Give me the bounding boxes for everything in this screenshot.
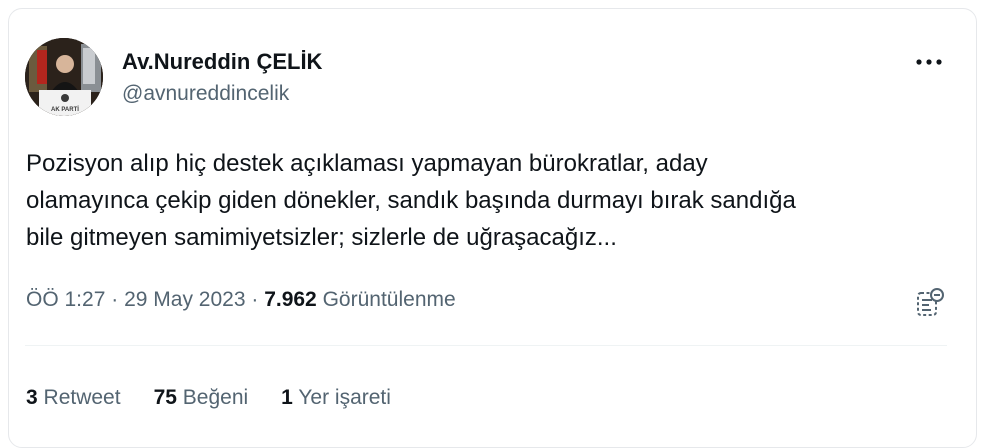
avatar-badge-text: AK PARTİ xyxy=(51,106,79,113)
tweet-text: Pozisyon alıp hiç destek açıklaması yapm… xyxy=(26,150,796,251)
avatar-image: AK PARTİ xyxy=(25,38,103,116)
retweets-count: 3 xyxy=(26,386,38,409)
more-horizontal-icon xyxy=(916,59,942,65)
likes-count: 75 xyxy=(153,386,177,409)
bookmarks-label: Yer işareti xyxy=(298,386,391,409)
avatar[interactable]: AK PARTİ xyxy=(25,38,103,116)
view-analytics-button[interactable] xyxy=(913,286,947,320)
view-analytics-icon xyxy=(917,288,944,316)
divider xyxy=(25,345,947,346)
likes-label: Beğeni xyxy=(182,386,249,409)
engagement-stats: 3 Retweet 75 Beğeni 1 Yer işareti xyxy=(26,386,424,410)
views-count: 7.962 xyxy=(264,288,317,311)
views-label: Görüntülenme xyxy=(322,288,456,311)
tweet-meta: ÖÖ 1:27 · 29 May 2023 · 7.962 Görüntülen… xyxy=(26,288,456,312)
author-display-name[interactable]: Av.Nureddin ÇELİK xyxy=(122,49,322,75)
tweet-time[interactable]: ÖÖ 1:27 xyxy=(26,288,105,311)
bookmarks-count: 1 xyxy=(281,386,293,409)
tweet-date[interactable]: 29 May 2023 xyxy=(124,288,245,311)
likes-stat[interactable]: 75 Beğeni xyxy=(154,386,249,410)
meta-separator: · xyxy=(111,288,119,311)
bookmarks-stat[interactable]: 1 Yer işareti xyxy=(281,386,391,410)
meta-separator: · xyxy=(251,288,259,311)
retweets-stat[interactable]: 3 Retweet xyxy=(26,386,121,410)
more-options-button[interactable] xyxy=(911,50,947,74)
retweets-label: Retweet xyxy=(43,386,121,409)
author-handle[interactable]: @avnureddincelik xyxy=(122,82,289,106)
